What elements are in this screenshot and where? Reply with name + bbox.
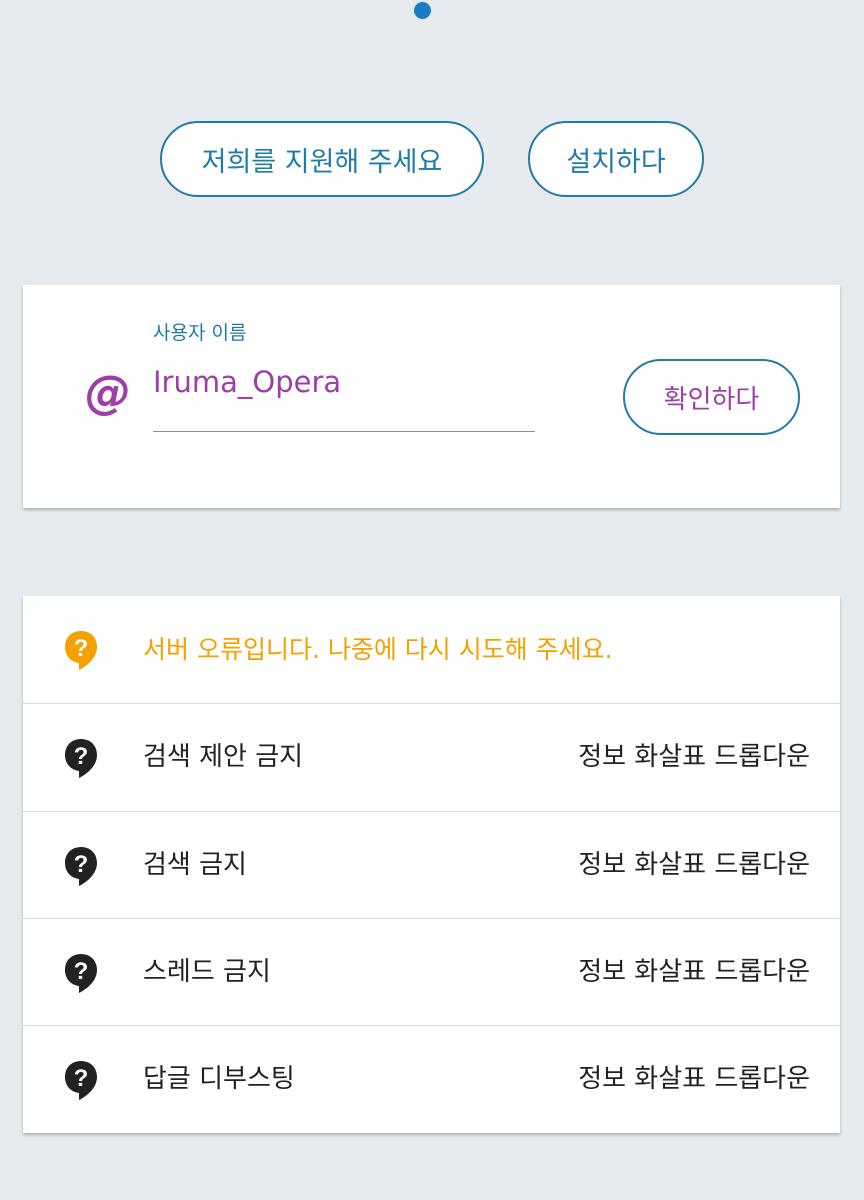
question-bubble-icon: ? [65, 739, 97, 778]
question-bubble-icon: ? [65, 954, 97, 993]
svg-text:?: ? [74, 743, 89, 770]
warning-question-icon: ? [65, 631, 97, 670]
server-error-row: ? 서버 오류입니다. 나중에 다시 시도해 주세요. [23, 596, 840, 703]
setting-label: 검색 제안 금지 [143, 742, 304, 772]
confirm-button[interactable]: 확인하다 [623, 359, 800, 435]
setting-label: 스레드 금지 [143, 957, 271, 987]
setting-dropdown[interactable]: 정보 화살표 드롭다운 [578, 812, 810, 919]
svg-text:?: ? [74, 958, 89, 985]
username-field-label: 사용자 이름 [153, 322, 247, 344]
setting-row[interactable]: ? 답글 디부스팅 정보 화살표 드롭다운 [23, 1025, 840, 1132]
at-sign-icon: @ [85, 365, 131, 419]
setting-dropdown[interactable]: 정보 화살표 드롭다운 [578, 704, 810, 811]
setting-row[interactable]: ? 스레드 금지 정보 화살표 드롭다운 [23, 918, 840, 1025]
svg-text:?: ? [74, 1065, 89, 1092]
install-button[interactable]: 설치하다 [528, 121, 704, 197]
svg-text:?: ? [74, 635, 89, 662]
setting-label: 검색 금지 [143, 850, 247, 880]
support-us-button[interactable]: 저희를 지원해 주세요 [160, 121, 484, 197]
page-indicator-dot [414, 2, 431, 19]
setting-dropdown[interactable]: 정보 화살표 드롭다운 [578, 1026, 810, 1133]
setting-dropdown[interactable]: 정보 화살표 드롭다운 [578, 919, 810, 1026]
question-bubble-icon: ? [65, 1061, 97, 1100]
setting-label: 답글 디부스팅 [143, 1064, 295, 1094]
server-error-text: 서버 오류입니다. 나중에 다시 시도해 주세요. [143, 635, 613, 664]
username-input[interactable] [153, 360, 535, 432]
setting-row[interactable]: ? 검색 제안 금지 정보 화살표 드롭다운 [23, 703, 840, 810]
question-bubble-icon: ? [65, 847, 97, 886]
setting-row[interactable]: ? 검색 금지 정보 화살표 드롭다운 [23, 811, 840, 918]
svg-text:?: ? [74, 851, 89, 878]
